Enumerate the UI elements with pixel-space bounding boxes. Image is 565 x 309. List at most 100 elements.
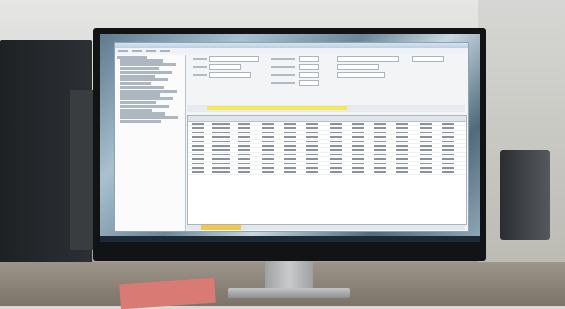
tree-item[interactable]: [120, 74, 155, 78]
form-field[interactable]: [209, 56, 259, 62]
table-cell: [396, 215, 408, 217]
table-cell: [212, 202, 230, 204]
table-cell: [212, 140, 230, 143]
form-field[interactable]: [299, 72, 319, 78]
table-cell: [192, 180, 204, 182]
table-cell: [284, 144, 296, 147]
table-cell: [396, 149, 408, 151]
highlighted-toolbar-field[interactable]: [207, 106, 347, 110]
table-cell: [442, 140, 454, 143]
table-cell: [262, 166, 274, 169]
tree-item[interactable]: [120, 108, 152, 112]
tree-item[interactable]: [120, 97, 173, 101]
table-cell: [262, 206, 274, 208]
table-cell: [396, 206, 408, 208]
tree-item[interactable]: [120, 116, 178, 120]
table-cell: [284, 176, 296, 178]
table-cell: [284, 136, 296, 138]
table-cell: [442, 215, 454, 217]
table-cell: [396, 153, 408, 156]
table-cell: [238, 189, 250, 191]
table-cell: [212, 215, 230, 217]
table-cell: [284, 202, 296, 204]
table-cell: [284, 206, 296, 208]
tree-item[interactable]: [120, 104, 169, 108]
tree-item[interactable]: [120, 82, 151, 86]
table-cell: [420, 136, 432, 138]
form-field[interactable]: [337, 56, 399, 62]
table-cell: [374, 149, 386, 151]
tree-item[interactable]: [120, 112, 165, 116]
table-cell: [442, 136, 454, 138]
menu-item[interactable]: [146, 49, 156, 52]
table-cell: [420, 198, 432, 200]
tree-item[interactable]: [120, 78, 168, 82]
tree-item[interactable]: [120, 59, 163, 63]
table-cell: [192, 158, 204, 160]
table-cell: [212, 171, 230, 173]
table-cell: [396, 220, 408, 222]
table-cell: [212, 180, 230, 182]
table-cell: [306, 123, 318, 125]
form-field[interactable]: [299, 80, 319, 86]
table-cell: [212, 176, 230, 178]
table-cell: [442, 149, 454, 151]
table-cell: [420, 176, 432, 178]
form-field[interactable]: [209, 64, 241, 70]
table-cell: [262, 180, 274, 182]
table-cell: [420, 131, 432, 134]
table-cell: [262, 193, 274, 195]
tree-item[interactable]: [120, 100, 156, 105]
table-cell: [420, 158, 432, 160]
table-cell: [284, 153, 296, 156]
table-cell: [262, 171, 274, 173]
table-cell: [262, 153, 274, 156]
table-cell: [442, 176, 454, 178]
tree-item[interactable]: [120, 89, 177, 93]
tree-item[interactable]: [120, 70, 172, 74]
tree-item[interactable]: [120, 66, 159, 71]
tree-item[interactable]: [117, 55, 147, 59]
table-cell: [212, 162, 230, 165]
form-field[interactable]: [337, 72, 385, 78]
table-cell: [306, 140, 318, 143]
taskbar: [100, 236, 480, 242]
table-cell: [238, 211, 250, 213]
action-button[interactable]: [412, 56, 444, 62]
table-cell: [420, 180, 432, 182]
table-cell: [262, 140, 274, 143]
table-cell: [306, 153, 318, 156]
status-tab[interactable]: [201, 225, 241, 230]
table-cell: [238, 206, 250, 208]
table-cell: [238, 176, 250, 178]
table-cell: [330, 184, 342, 186]
menu-item[interactable]: [160, 49, 170, 52]
table-cell: [420, 193, 432, 195]
table-cell: [396, 180, 408, 182]
tree-item[interactable]: [120, 93, 160, 97]
table-cell: [212, 189, 230, 191]
table-cell: [352, 184, 364, 186]
table-cell: [330, 189, 342, 191]
menu-item[interactable]: [118, 49, 128, 52]
form-field[interactable]: [299, 56, 319, 62]
table-cell: [212, 211, 230, 213]
table-cell: [306, 220, 318, 222]
tree-item[interactable]: [120, 85, 164, 90]
table-cell: [374, 162, 386, 165]
table-cell: [352, 162, 364, 165]
table-cell: [352, 131, 364, 134]
table-cell: [352, 202, 364, 204]
grid-toolbar: [187, 105, 465, 112]
form-field[interactable]: [337, 64, 379, 70]
tree-item[interactable]: [120, 63, 176, 67]
form-field[interactable]: [299, 64, 319, 70]
form-field[interactable]: [209, 72, 251, 78]
table-cell: [192, 184, 204, 186]
table-cell: [212, 198, 230, 200]
table-cell: [238, 144, 250, 147]
table-cell: [330, 176, 342, 178]
table-cell: [420, 162, 432, 165]
tree-item[interactable]: [120, 119, 161, 124]
menu-item[interactable]: [132, 49, 142, 52]
